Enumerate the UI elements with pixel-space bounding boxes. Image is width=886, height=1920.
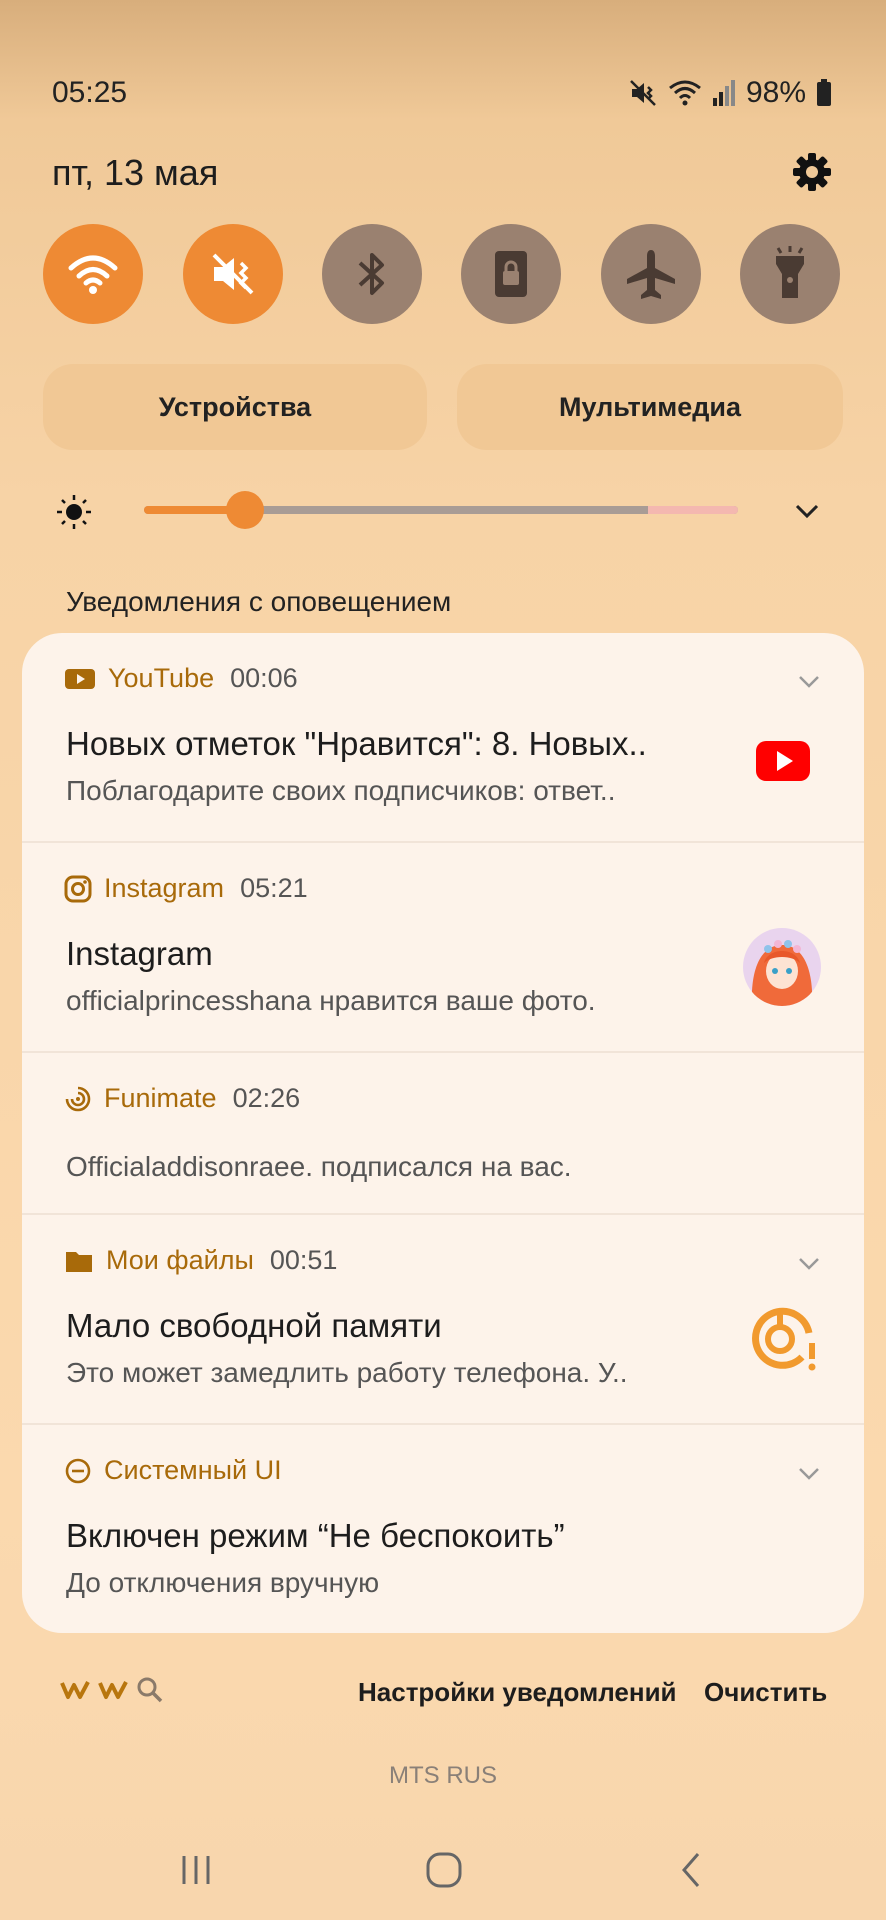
youtube-logo [742, 721, 822, 801]
notification-expand-button[interactable] [796, 1250, 822, 1276]
notifications-heading: Уведомления с оповещением [66, 586, 452, 617]
notification-app-header: Funimate 02:26 [64, 1083, 300, 1114]
chevron-down-icon [799, 1468, 819, 1480]
funimate-icon [65, 1086, 91, 1111]
notification-body: Officialaddisonraee. подписался на вас. [66, 1151, 572, 1182]
screen-lock-icon [495, 251, 527, 297]
notification-title: Включен режим “Не беспокоить” [66, 1517, 565, 1554]
folder-icon [66, 1251, 92, 1272]
app-logos [60, 1676, 164, 1704]
status-icons: 98% [628, 76, 832, 110]
notification-title: Instagram [66, 935, 213, 972]
search-icon [137, 1677, 163, 1703]
date-label: пт, 13 мая [52, 152, 219, 193]
notification-my-files[interactable]: Мои файлы 00:51 Мало свободной памяти Эт… [22, 1215, 864, 1425]
storage-warning-icon [742, 1299, 822, 1379]
battery-percent: 98% [745, 76, 806, 109]
status-time: 05:25 [52, 76, 128, 109]
notification-app-name: Мои файлы [106, 1245, 254, 1275]
brightness-icon [56, 494, 92, 530]
notification-app-name: YouTube [108, 663, 215, 693]
settings-button[interactable] [790, 150, 834, 194]
devices-button[interactable]: Устройства [43, 364, 427, 450]
notification-title: Новых отметок "Нравится": 8. Новых.. [66, 725, 647, 762]
notification-app-header: Мои файлы 00:51 [64, 1245, 337, 1276]
notification-settings-button[interactable]: Настройки уведомлений [358, 1677, 677, 1708]
notification-youtube[interactable]: YouTube 00:06 Новых отметок "Нравится": … [22, 633, 864, 843]
avatar [742, 927, 822, 1007]
brightness-extra-range [648, 506, 738, 514]
youtube-icon [65, 668, 95, 689]
back-icon [682, 1853, 700, 1887]
notification-body: officialprincesshana нравится ваше фото. [66, 985, 596, 1016]
instagram-icon [64, 875, 92, 902]
notification-time: 00:51 [269, 1245, 338, 1275]
brightness-expand-button[interactable] [792, 496, 822, 526]
notification-app-header: Instagram 05:21 [64, 873, 308, 904]
w-logo-icon [98, 1681, 128, 1699]
notification-time: 05:21 [240, 873, 308, 903]
flashlight-icon [776, 246, 804, 298]
chevron-down-icon [799, 1258, 819, 1270]
bluetooth-icon [358, 253, 384, 295]
media-button[interactable]: Мультимедиа [457, 364, 843, 450]
notification-app-header: YouTube 00:06 [64, 663, 298, 694]
battery-icon [817, 79, 831, 106]
dnd-icon [65, 1458, 91, 1483]
chevron-down-icon [795, 504, 819, 519]
notification-funimate[interactable]: Funimate 02:26 Officialaddisonraee. подп… [22, 1053, 864, 1215]
notifications-card: YouTube 00:06 Новых отметок "Нравится": … [22, 633, 864, 1633]
notification-body: Это может замедлить работу телефона. У.. [66, 1357, 628, 1388]
recents-icon [182, 1856, 210, 1884]
home-button[interactable] [414, 1845, 474, 1895]
chevron-down-icon [799, 676, 819, 688]
notification-body: Поблагодарите своих подписчиков: ответ.. [66, 775, 616, 806]
notification-time: 02:26 [232, 1083, 301, 1113]
signal-icon [712, 80, 735, 106]
notification-app-name: Funimate [104, 1083, 217, 1113]
notification-expand-button[interactable] [796, 1460, 822, 1486]
wifi-toggle[interactable] [43, 224, 143, 324]
home-icon [426, 1852, 462, 1888]
gear-icon [793, 153, 831, 191]
flashlight-toggle[interactable] [740, 224, 840, 324]
wifi-icon [669, 80, 701, 106]
notification-title: Мало свободной памяти [66, 1307, 442, 1344]
notification-system-ui[interactable]: Системный UI Включен режим “Не беспокоит… [22, 1425, 864, 1633]
airplane-toggle[interactable] [601, 224, 701, 324]
notification-instagram[interactable]: Instagram 05:21 Instagram officialprince… [22, 843, 864, 1053]
recents-button[interactable] [166, 1845, 226, 1895]
wifi-icon [68, 255, 118, 294]
sound-toggle[interactable] [183, 224, 283, 324]
notification-body: До отключения вручную [66, 1567, 380, 1598]
notification-app-name: Instagram [104, 873, 225, 903]
airplane-icon [627, 250, 675, 299]
clear-button[interactable]: Очистить [704, 1677, 827, 1708]
w-logo-icon [60, 1681, 90, 1699]
back-button[interactable] [662, 1845, 722, 1895]
mute-icon [212, 253, 254, 295]
notification-app-name: Системный UI [104, 1455, 282, 1485]
brightness-handle[interactable] [225, 491, 264, 529]
notification-app-header: Системный UI [64, 1455, 282, 1486]
notification-time: 00:06 [230, 663, 298, 693]
bluetooth-toggle[interactable] [322, 224, 422, 324]
screen-lock-toggle[interactable] [461, 224, 561, 324]
mute-icon [630, 80, 656, 106]
notification-expand-button[interactable] [796, 668, 822, 694]
carrier-label: MTS RUS [389, 1762, 497, 1789]
